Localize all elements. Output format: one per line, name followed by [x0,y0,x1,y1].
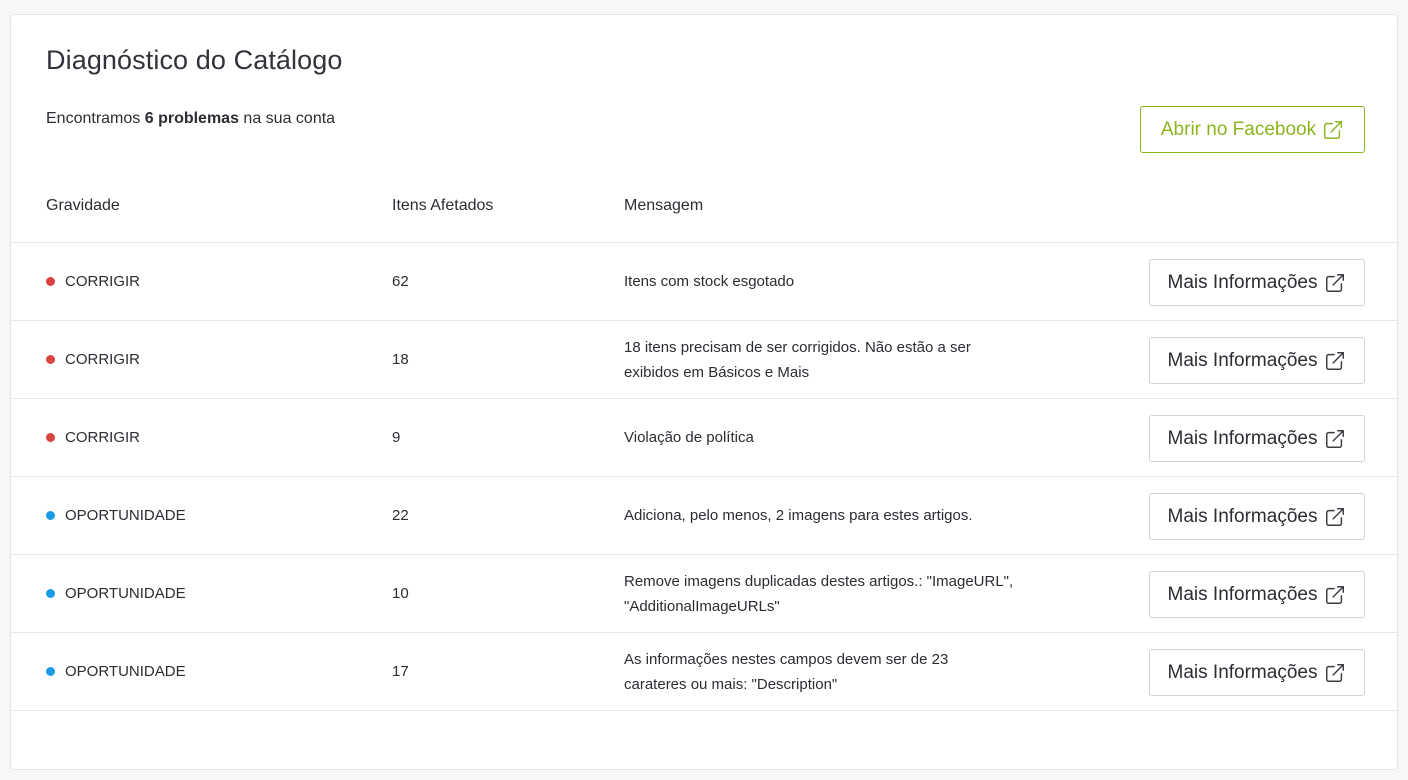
severity-dot-icon [46,277,55,286]
page-title: Diagnóstico do Catálogo [46,45,343,75]
issue-message: Itens com stock esgotado [624,273,795,290]
more-info-label: Mais Informações [1167,661,1318,683]
summary-prefix: Encontramos [46,110,145,127]
more-info-button[interactable]: Mais Informações [1149,571,1365,618]
severity-label: CORRIGIR [65,273,140,290]
more-info-button[interactable]: Mais Informações [1149,259,1365,306]
external-link-icon [1326,507,1345,526]
external-link-icon [1324,120,1343,139]
affected-items-count: 22 [392,507,409,524]
affected-items-count: 62 [392,273,409,290]
issue-message: As informações nestes campos devem ser d… [624,650,949,693]
severity-dot-icon [46,355,55,364]
open-in-facebook-label: Abrir no Facebook [1160,118,1317,140]
severity-dot-icon [46,589,55,598]
severity-label: CORRIGIR [65,351,140,368]
table-row: CORRIGIR 62 Itens com stock esgotado Mais I… [11,243,1399,321]
external-link-icon [1326,585,1345,604]
affected-items-count: 17 [392,663,409,680]
open-in-facebook-button[interactable]: Abrir no Facebook [1140,106,1365,153]
table-row: OPORTUNIDADE 10 Remove imagens duplicadas … [11,555,1399,633]
header-message: Mensagem [624,197,704,214]
table-row: OPORTUNIDADE 17 As informações nestes camp… [11,633,1399,711]
issue-message: Violação de política [624,429,754,446]
table-header: Gravidade Itens Afetados Mensagem [11,185,1399,243]
issue-message: Remove imagens duplicadas destes artigos… [624,572,1014,615]
severity-label: OPORTUNIDADE [65,585,186,602]
severity-cell: OPORTUNIDADE [46,555,186,632]
severity-cell: CORRIGIR [46,399,140,476]
affected-items-count: 9 [392,429,401,446]
summary-count: 6 problemas [144,110,239,127]
more-info-button[interactable]: Mais Informações [1149,415,1365,462]
problems-summary: Encontramos 6 problemas na sua conta [46,110,335,128]
severity-dot-icon [46,433,55,442]
affected-items-count: 10 [392,585,409,602]
table-row: CORRIGIR 9 Violação de política Mais Inform… [11,399,1399,477]
more-info-button[interactable]: Mais Informações [1149,649,1365,696]
issue-message: 18 itens precisam de ser corrigidos. Não… [624,338,971,381]
catalog-diagnostics-card: Diagnóstico do Catálogo Encontramos 6 pr… [10,14,1399,770]
external-link-icon [1326,429,1345,448]
severity-dot-icon [46,511,55,520]
issue-message: Adiciona, pelo menos, 2 imagens para est… [624,507,973,524]
header-severity: Gravidade [46,197,120,214]
severity-label: OPORTUNIDADE [65,507,186,524]
severity-cell: OPORTUNIDADE [46,477,186,554]
more-info-label: Mais Informações [1167,271,1318,293]
header-affected-items: Itens Afetados [392,197,494,214]
severity-cell: CORRIGIR [46,243,140,320]
more-info-button[interactable]: Mais Informações [1149,493,1365,540]
severity-label: CORRIGIR [65,429,140,446]
table-row: OPORTUNIDADE 22 Adiciona, pelo menos, 2 im… [11,477,1399,555]
more-info-label: Mais Informações [1167,427,1318,449]
summary-suffix: na sua conta [238,110,336,127]
more-info-label: Mais Informações [1167,349,1318,371]
severity-cell: OPORTUNIDADE [46,633,186,710]
more-info-label: Mais Informações [1167,505,1318,527]
severity-cell: CORRIGIR [46,321,140,398]
more-info-label: Mais Informações [1167,583,1318,605]
external-link-icon [1326,663,1345,682]
table-row: CORRIGIR 18 18 itens precisam de ser corri… [11,321,1399,399]
external-link-icon [1326,273,1345,292]
severity-label: OPORTUNIDADE [65,663,186,680]
more-info-button[interactable]: Mais Informações [1149,337,1365,384]
affected-items-count: 18 [392,351,409,368]
severity-dot-icon [46,667,55,676]
external-link-icon [1326,351,1345,370]
